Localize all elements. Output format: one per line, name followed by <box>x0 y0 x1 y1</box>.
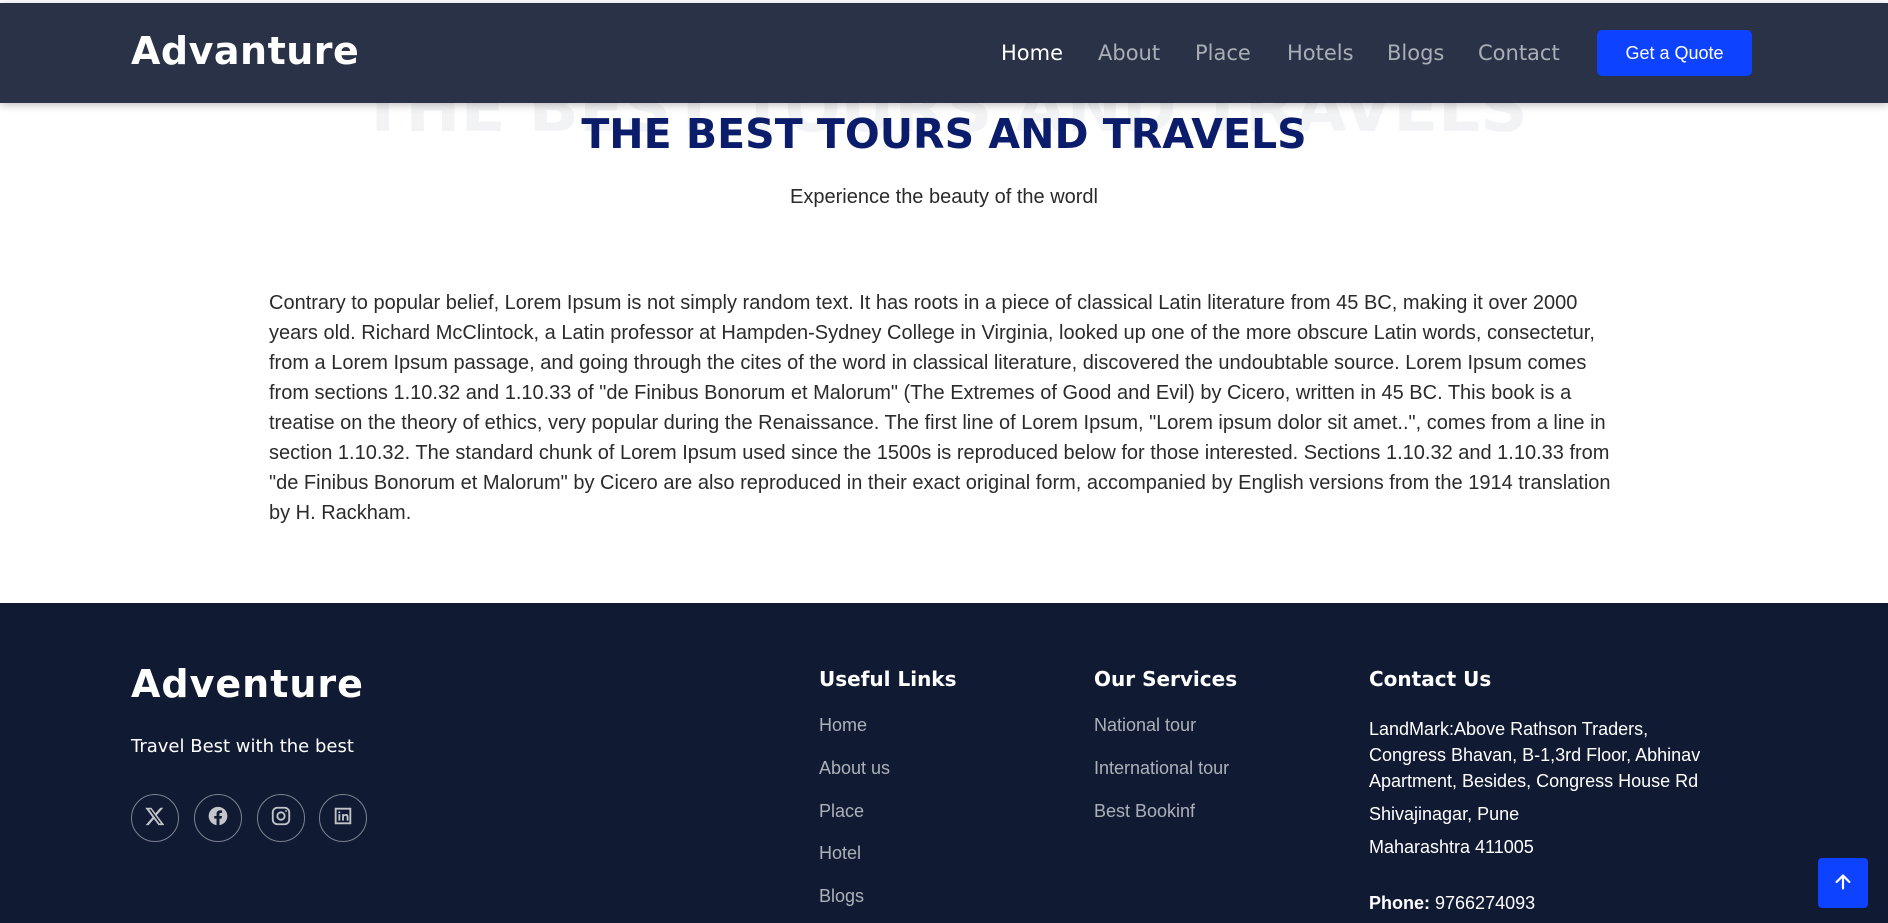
facebook-social-link[interactable] <box>194 794 242 842</box>
footer-brand: Adventure <box>131 662 364 706</box>
hero-title: THE BEST TOURS AND TRAVELS <box>581 110 1307 158</box>
phone-label: Phone: <box>1369 893 1430 913</box>
nav-place[interactable]: Place <box>1195 41 1251 65</box>
footer-link-home[interactable]: Home <box>819 715 867 736</box>
service-link-international[interactable]: International tour <box>1094 758 1229 779</box>
page: THE BEST TOURS AND TRAVELS Advanture Hom… <box>0 0 1888 923</box>
nav-home[interactable]: Home <box>1001 41 1063 65</box>
linkedin-social-link[interactable] <box>319 794 367 842</box>
get-quote-button[interactable]: Get a Quote <box>1597 30 1752 76</box>
linkedin-icon <box>332 805 354 832</box>
nav-contact[interactable]: Contact <box>1478 41 1560 65</box>
x-icon <box>144 805 166 832</box>
phone-number[interactable]: 9766274093 <box>1435 893 1535 913</box>
services-heading: Our Services <box>1094 667 1238 691</box>
nav-hotels[interactable]: Hotels <box>1287 41 1354 65</box>
instagram-social-link[interactable] <box>257 794 305 842</box>
nav-blogs[interactable]: Blogs <box>1387 41 1444 65</box>
nav-about[interactable]: About <box>1098 41 1160 65</box>
hero-subtitle: Experience the beauty of the wordl <box>790 186 1098 208</box>
footer-link-about[interactable]: About us <box>819 758 890 779</box>
service-link-booking[interactable]: Best Bookinf <box>1094 801 1195 822</box>
footer-link-place[interactable]: Place <box>819 801 864 822</box>
facebook-icon <box>207 805 229 832</box>
contact-address: LandMark:Above Rathson Traders, Congress… <box>1369 719 1701 791</box>
footer-link-hotel[interactable]: Hotel <box>819 843 861 864</box>
intro-paragraph: Contrary to popular belief, Lorem Ipsum … <box>269 292 1611 524</box>
footer-link-blogs[interactable]: Blogs <box>819 886 864 907</box>
service-link-national[interactable]: National tour <box>1094 715 1196 736</box>
site-header: Advanture Home About Place Hotels Blogs … <box>0 3 1888 103</box>
instagram-icon <box>270 805 292 832</box>
site-footer: Adventure Travel Best with the best Usef… <box>0 603 1888 923</box>
contact-heading: Contact Us <box>1369 667 1492 691</box>
contact-state: Maharashtra 411005 <box>1369 837 1534 857</box>
footer-tagline: Travel Best with the best <box>131 736 354 757</box>
arrow-up-icon <box>1832 871 1854 896</box>
contact-city: Shivajinagar, Pune <box>1369 804 1520 824</box>
scroll-to-top-button[interactable] <box>1818 858 1868 908</box>
contact-phone: Phone: 9766274093 <box>1369 890 1535 916</box>
x-social-link[interactable] <box>131 794 179 842</box>
useful-links-heading: Useful Links <box>819 667 957 691</box>
